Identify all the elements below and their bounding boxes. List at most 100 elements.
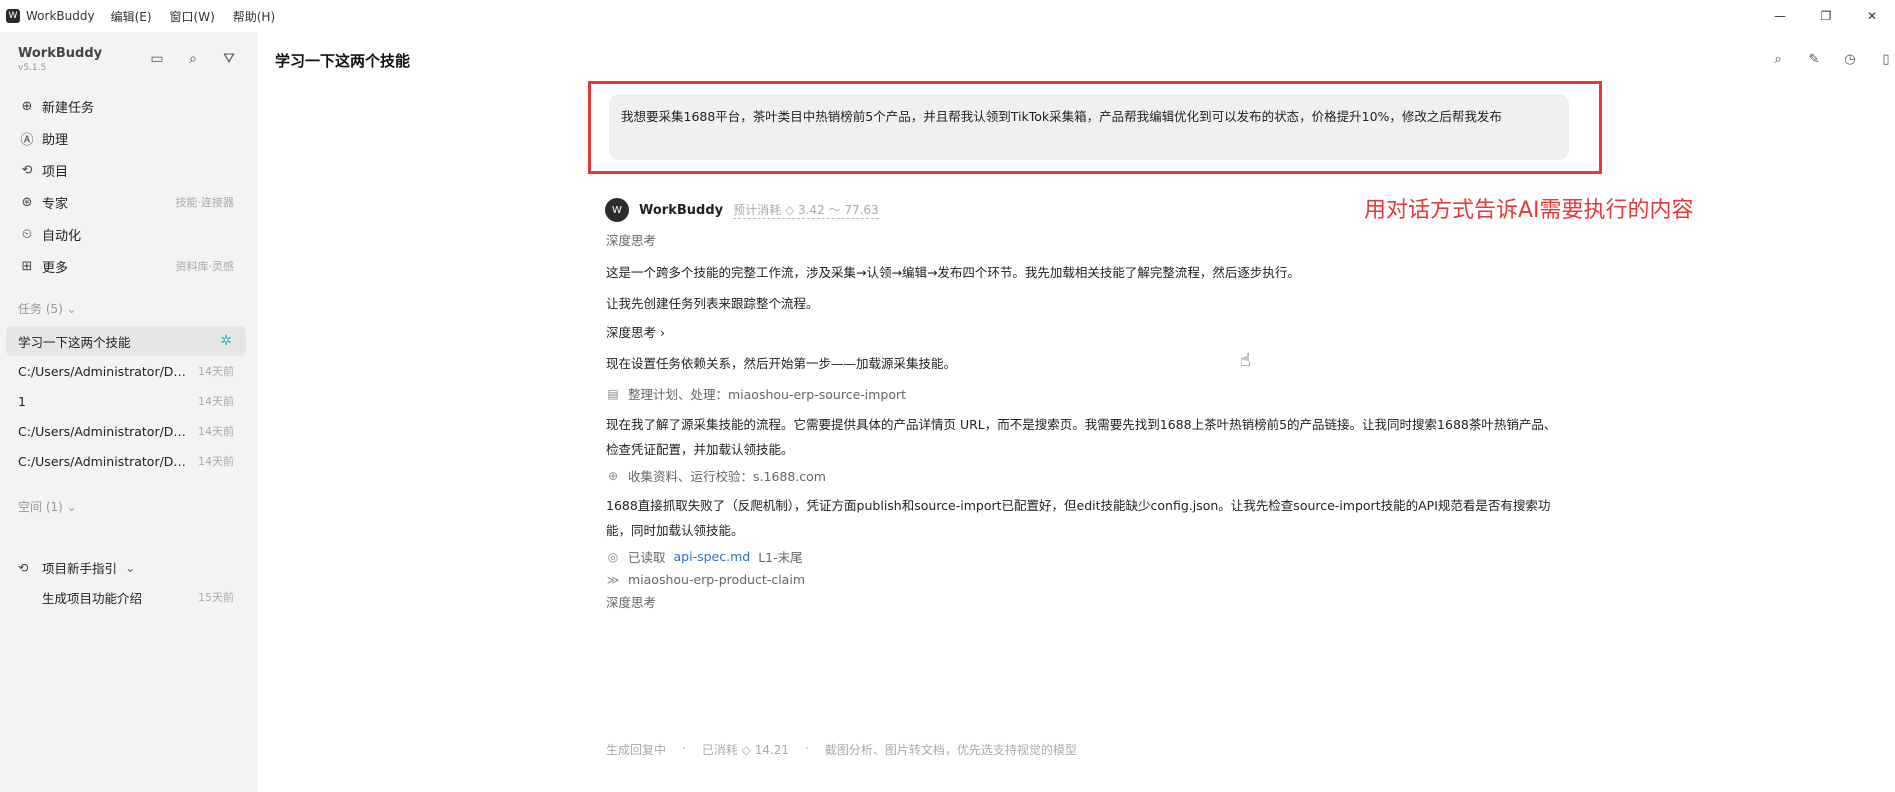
user-message-bubble: 我想要采集1688平台，茶叶类目中热销榜前5个产品，并且帮我认领到TikTok采… — [609, 94, 1569, 160]
status-hint: 截图分析、图片转文档，优先选支持视觉的模型 — [824, 743, 1077, 757]
task-item[interactable]: C:/Users/Administrator/Des... 14天前 — [6, 416, 246, 446]
sparkle-icon: ✲ — [220, 333, 232, 349]
chevron-down-icon: ⌄ — [66, 302, 77, 316]
space-title: 生成项目功能介绍 — [42, 590, 143, 606]
avatar: W — [605, 198, 629, 222]
sidebar-item-label: 专家 — [42, 196, 69, 212]
annotation-text: 用对话方式告诉AI需要执行的内容 — [1364, 198, 1694, 223]
sidebar-tools: ▭ ⌕ ⛛ — [148, 50, 238, 68]
sidebar-item-meta: 技能·连接器 — [175, 196, 235, 209]
sidebar-nav: ⊕ 新建任务 Ⓐ 助理 ⟲ 项目 ⊛ 专家 技能·连接器 ⏲ 自动化 ⊞ 更多 … — [0, 90, 258, 282]
agent-header: W WorkBuddy 预计消耗 ◇ 3.42 ～ 77.63 — [605, 198, 879, 222]
task-list: 学习一下这两个技能 ✲ C:/Users/Administrator/Des..… — [6, 326, 246, 476]
history-icon[interactable]: ◷ — [1841, 50, 1859, 68]
panel-icon[interactable]: ▯ — [1877, 50, 1895, 68]
tasks-section-label[interactable]: 任务 (5) ⌄ — [18, 300, 77, 317]
sidebar-item-label: 新建任务 — [42, 100, 95, 116]
agent-message: 现在设置任务依赖关系，然后开始第一步——加载源采集技能。 — [606, 356, 957, 371]
sidebar-item-label: 项目 — [42, 164, 69, 180]
status-separator: · — [682, 741, 686, 755]
sidebar-item-label: 助理 — [42, 132, 69, 148]
sidebar-item-new-task[interactable]: ⊕ 新建任务 — [0, 90, 258, 122]
space-list: ⟲ 项目新手指引 ⌄ 生成项目功能介绍 15天前 — [6, 552, 246, 612]
space-item-guide[interactable]: ⟲ 项目新手指引 ⌄ — [6, 552, 246, 582]
toggle-sidebar-icon[interactable]: ▭ — [148, 50, 166, 68]
task-time: 14天前 — [198, 395, 234, 408]
minimize-icon[interactable]: — — [1757, 0, 1803, 32]
app-logo-icon: W — [6, 9, 20, 23]
deep-think-toggle[interactable]: 深度思考 › — [606, 320, 1566, 345]
window-controls: — ❐ ✕ — [1757, 0, 1895, 32]
deep-think-label[interactable]: 深度思考 — [606, 228, 1566, 253]
skill-icon: ≫ — [606, 572, 620, 587]
search-icon[interactable]: ⌕ — [184, 50, 202, 68]
menu-bar: 编辑(E) 窗口(W) 帮助(H) — [111, 8, 276, 25]
page-title: 学习一下这两个技能 — [275, 52, 411, 70]
tool-step-read[interactable]: ◎ 已读取 api-spec.md L1-末尾 — [606, 544, 803, 569]
brand-name: WorkBuddy — [18, 46, 103, 61]
sidebar-item-assistant[interactable]: Ⓐ 助理 — [0, 122, 258, 154]
tool-step-prefix: 已读取 — [628, 550, 666, 565]
tool-step-label: 整理计划、处理：miaoshou-erp-source-import — [628, 387, 907, 402]
status-line: 生成回复中 · 已消耗 ◇ 14.21 · 截图分析、图片转文档，优先选支持视觉… — [606, 741, 1077, 758]
sidebar-item-project[interactable]: ⟲ 项目 — [0, 154, 258, 186]
project-icon: ⟲ — [21, 162, 33, 178]
agent-cost[interactable]: 预计消耗 ◇ 3.42 ～ 77.63 — [733, 201, 879, 219]
space-title: 项目新手指引 — [42, 560, 118, 576]
search-icon[interactable]: ⌕ — [1769, 50, 1787, 68]
task-item[interactable]: C:/Users/Administrator/Des... 14天前 — [6, 356, 246, 386]
edit-icon[interactable]: ✎ — [1805, 50, 1823, 68]
sidebar-item-label: 更多 — [42, 260, 69, 276]
space-time: 15天前 — [198, 591, 234, 604]
title-bar: W WorkBuddy 编辑(E) 窗口(W) 帮助(H) — ❐ ✕ — [0, 0, 1895, 32]
chevron-down-icon: ⌄ — [66, 500, 77, 514]
expert-icon: ⊛ — [21, 194, 33, 210]
hand-cursor-icon: ☝ — [1240, 350, 1251, 371]
space-item-sub[interactable]: 生成项目功能介绍 15天前 — [6, 582, 246, 612]
tool-step-label: miaoshou-erp-product-claim — [628, 572, 805, 587]
grid-icon: ⊞ — [21, 258, 33, 274]
task-title: C:/Users/Administrator/Des... — [18, 453, 186, 469]
status-separator: · — [805, 741, 809, 755]
tool-step-claim[interactable]: ≫ miaoshou-erp-product-claim — [606, 567, 805, 592]
sidebar-item-expert[interactable]: ⊛ 专家 技能·连接器 — [0, 186, 258, 218]
filter-icon[interactable]: ⛛ — [220, 50, 238, 68]
task-item[interactable]: 1 14天前 — [6, 386, 246, 416]
sidebar-item-automation[interactable]: ⏲ 自动化 — [0, 218, 258, 250]
agent-message: 现在我了解了源采集技能的流程。它需要提供具体的产品详情页 URL，而不是搜索页。… — [606, 417, 1557, 457]
sidebar: WorkBuddy v5.1.5 ▭ ⌕ ⛛ ⊕ 新建任务 Ⓐ 助理 ⟲ 项目 … — [0, 32, 258, 792]
task-time: 14天前 — [198, 425, 234, 438]
agent-name: WorkBuddy — [639, 202, 724, 218]
menu-help[interactable]: 帮助(H) — [233, 8, 275, 25]
plus-circle-icon: ⊕ — [21, 98, 33, 114]
task-title: C:/Users/Administrator/Des... — [18, 423, 186, 439]
app-name: WorkBuddy — [26, 9, 95, 23]
agent-message: 这是一个跨多个技能的完整工作流，涉及采集→认领→编辑→发布四个环节。我先加载相关… — [606, 265, 1300, 280]
deep-think-label[interactable]: 深度思考 — [606, 590, 1566, 615]
task-title: C:/Users/Administrator/Des... — [18, 363, 186, 379]
file-link[interactable]: api-spec.md — [674, 549, 751, 564]
menu-edit[interactable]: 编辑(E) — [111, 8, 152, 25]
close-icon[interactable]: ✕ — [1849, 0, 1895, 32]
sidebar-item-more[interactable]: ⊞ 更多 资料库·灵感 — [0, 250, 258, 282]
clipboard-icon: ▤ — [607, 386, 619, 401]
task-time: 14天前 — [198, 455, 234, 468]
project-icon: ⟲ — [18, 559, 29, 575]
brand-version: v5.1.5 — [18, 63, 47, 73]
restore-icon[interactable]: ❐ — [1803, 0, 1849, 32]
eye-icon: ◎ — [607, 549, 619, 564]
brand: WorkBuddy v5.1.5 — [18, 46, 102, 73]
main-panel: 学习一下这两个技能 ⌕ ✎ ◷ ▯ 我想要采集1688平台，茶叶类目中热销榜前5… — [258, 32, 1895, 792]
menu-window[interactable]: 窗口(W) — [170, 8, 215, 25]
globe-icon: ⊕ — [607, 468, 619, 483]
sidebar-item-meta: 资料库·灵感 — [175, 260, 235, 273]
tool-step-label: 收集资料、运行校验：s.1688.com — [628, 469, 826, 484]
spaces-section-label[interactable]: 空间 (1) ⌄ — [18, 498, 77, 515]
tool-step-collect[interactable]: ⊕ 收集资料、运行校验：s.1688.com — [606, 463, 826, 488]
agent-message: 1688直接抓取失败了（反爬机制），凭证方面publish和source-imp… — [606, 498, 1551, 538]
task-item[interactable]: 学习一下这两个技能 ✲ — [6, 326, 246, 356]
task-item[interactable]: C:/Users/Administrator/Des... 14天前 — [6, 446, 246, 476]
tool-step-plan[interactable]: ▤ 整理计划、处理：miaoshou-erp-source-import — [606, 381, 906, 406]
app-title: W WorkBuddy — [0, 9, 95, 23]
task-title: 学习一下这两个技能 — [18, 334, 131, 350]
